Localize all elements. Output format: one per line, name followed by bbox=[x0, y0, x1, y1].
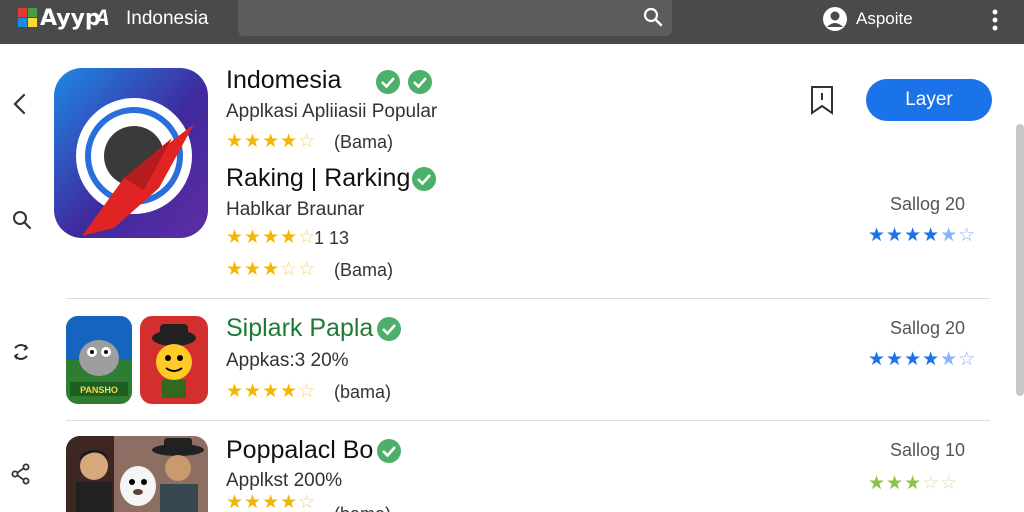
refresh-icon[interactable] bbox=[9, 340, 33, 364]
app-category-2: Applkst 200% bbox=[226, 470, 343, 491]
app-rating-meta-1: (bama) bbox=[334, 382, 392, 402]
store-logo-text[interactable]: Ayyp bbox=[40, 6, 101, 31]
game-badge-text: PANSHO bbox=[80, 385, 118, 395]
app-icon-game-1[interactable]: PANSHO bbox=[66, 316, 132, 404]
verified-badge-icon bbox=[408, 70, 432, 94]
app-score-stars-2: ★★★☆☆ bbox=[868, 473, 959, 494]
app-icon-game-2[interactable] bbox=[140, 316, 208, 404]
app-title-1[interactable]: Siplark Papla bbox=[226, 314, 373, 343]
verified-badge-icon bbox=[377, 439, 401, 463]
install-button[interactable]: Layer bbox=[866, 79, 992, 121]
ranking-title[interactable]: Raking | Rarking bbox=[226, 164, 410, 193]
wishlist-bookmark-icon[interactable] bbox=[809, 84, 835, 116]
vertical-scrollbar[interactable] bbox=[1016, 124, 1024, 396]
app-category-1: Appkas:3 20% bbox=[226, 350, 349, 371]
back-arrow-icon[interactable] bbox=[8, 92, 32, 116]
ranking-subtitle: Hablkar Braunar bbox=[226, 199, 365, 220]
app-icon-movie[interactable] bbox=[66, 436, 208, 512]
app-rating-meta-2: (bama) bbox=[334, 504, 391, 512]
ranking-secondary-meta: (Bama) bbox=[334, 260, 394, 280]
search-rail-icon[interactable] bbox=[10, 208, 34, 232]
featured-app-rating-stars: ★★★★☆ bbox=[226, 131, 317, 152]
account-avatar-icon[interactable] bbox=[822, 6, 848, 32]
featured-app-title[interactable]: Indomesia bbox=[226, 66, 341, 95]
featured-app-rating-meta: (Bama) bbox=[334, 132, 394, 152]
ranking-rating-stars: ★★★★☆ bbox=[226, 227, 317, 248]
ranking-rating-count: 1 13 bbox=[314, 228, 350, 248]
list-divider bbox=[66, 420, 990, 421]
region-label[interactable]: Indonesia bbox=[126, 8, 208, 30]
app-rating-stars-2: ★★★★☆ bbox=[226, 492, 317, 512]
verified-badge-icon bbox=[377, 317, 401, 341]
top-app-bar: Ayyp A Indonesia Aspoite bbox=[0, 0, 1024, 44]
verified-badge-icon bbox=[376, 70, 400, 94]
store-logo-symbol: A bbox=[94, 5, 110, 30]
app-sales-label-2: Sallog 10 bbox=[890, 440, 966, 460]
verified-badge-icon bbox=[412, 167, 436, 191]
app-title-2[interactable]: Poppalacl Bo bbox=[226, 436, 373, 465]
share-icon[interactable] bbox=[9, 462, 33, 486]
ranking-secondary-stars: ★★★☆☆ bbox=[226, 259, 317, 280]
app-rating-stars-1: ★★★★☆ bbox=[226, 381, 317, 402]
more-options-icon[interactable] bbox=[984, 7, 1006, 33]
app-score-stars-1: ★★★★★☆ bbox=[868, 349, 977, 370]
featured-app-icon[interactable] bbox=[54, 68, 208, 238]
app-sales-label-1: Sallog 20 bbox=[890, 318, 966, 338]
ranking-score-stars: ★★★★★☆ bbox=[868, 225, 977, 246]
search-input[interactable] bbox=[238, 0, 672, 36]
search-icon[interactable] bbox=[642, 6, 664, 28]
store-logo-icon[interactable] bbox=[18, 8, 38, 28]
account-name[interactable]: Aspoite bbox=[856, 9, 913, 29]
list-divider bbox=[66, 298, 990, 299]
featured-app-category: Applkasi Apliiasii Popular bbox=[226, 101, 438, 122]
ranking-sales-label: Sallog 20 bbox=[890, 194, 966, 214]
